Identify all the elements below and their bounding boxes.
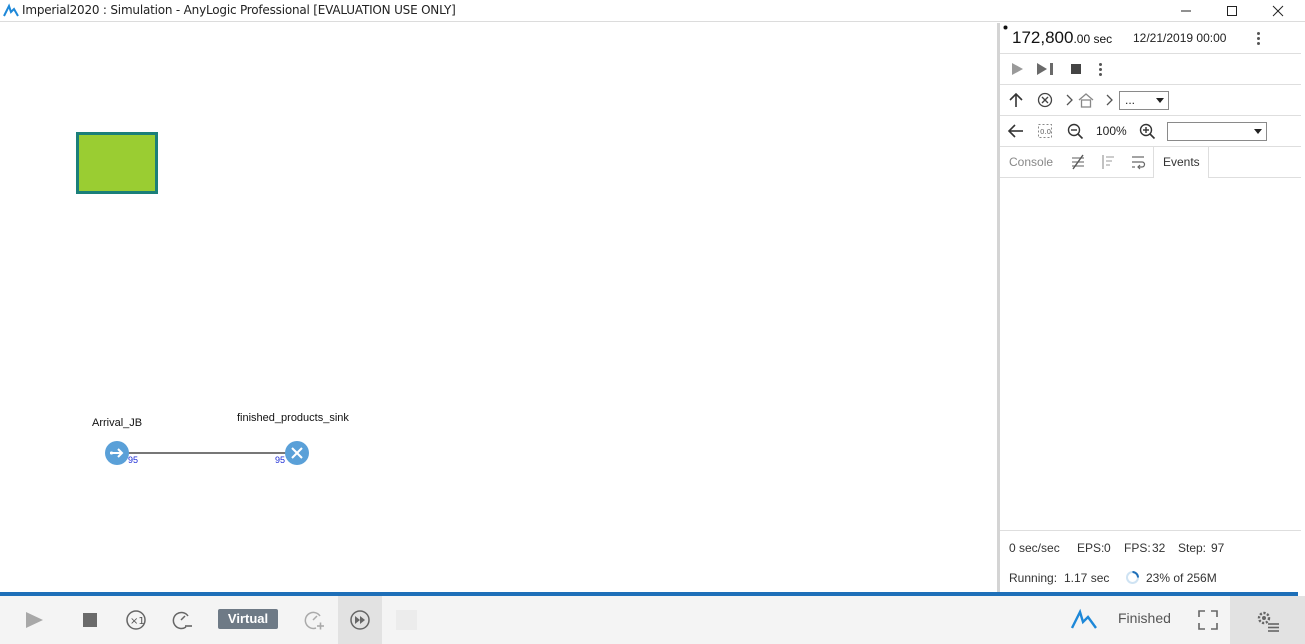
fps-value: 32 [1152, 541, 1166, 555]
sink-count: 95 [275, 455, 286, 465]
zoom-in-icon[interactable] [1139, 123, 1156, 140]
model-canvas[interactable]: Arrival_JB finished_products_sink 95 95 [0, 23, 997, 592]
minimize-button[interactable] [1163, 0, 1209, 22]
slow-down-icon [172, 611, 192, 630]
sink-label: finished_products_sink [237, 412, 349, 424]
scale-x1-icon: ×1 [126, 610, 146, 630]
zoom-fit-icon[interactable]: 0.0 [1037, 123, 1053, 139]
step-label: Step: [1178, 541, 1207, 555]
developer-panel: 172,800.00 sec 12/21/2019 00:00 ... 0.0 … [1000, 23, 1305, 592]
arrow-up-icon[interactable] [1008, 92, 1024, 108]
stats-area: 0 sec/sec EPS: 0 FPS: 32 Step: 97 Runnin… [1000, 530, 1301, 592]
scroll-lock-icon[interactable] [1100, 154, 1116, 170]
time-menu-icon[interactable] [1257, 30, 1261, 47]
arrow-left-icon[interactable] [1007, 123, 1025, 139]
step-icon[interactable] [1036, 62, 1056, 76]
home-icon[interactable] [1077, 92, 1095, 108]
model-status: Finished [1118, 610, 1171, 626]
zoom-out-icon[interactable] [1067, 123, 1084, 140]
maximize-icon [1227, 6, 1237, 16]
source-count: 95 [128, 455, 139, 465]
blank-button[interactable] [395, 596, 417, 644]
zoom-row: 0.0 100% [1000, 116, 1301, 147]
fast-forward-icon [350, 610, 370, 630]
run-button[interactable] [18, 596, 50, 644]
step-value: 97 [1211, 541, 1225, 555]
memory-usage: 23% of 256M [1146, 571, 1217, 585]
svg-text:×1: ×1 [130, 616, 145, 627]
zoom-level: 100% [1096, 124, 1127, 138]
fast-forward-button[interactable] [338, 596, 382, 644]
navigation-row: ... [1000, 85, 1301, 116]
eps-label: EPS: [1077, 541, 1105, 555]
bottom-toolbar: ×1 Virtual Finished [0, 596, 1305, 644]
green-rectangle-shape[interactable] [76, 132, 158, 194]
tab-console[interactable]: Console [1009, 147, 1053, 177]
dot-icon [1003, 25, 1008, 30]
speed-up-icon [304, 611, 324, 630]
run-controls-row [1000, 54, 1301, 85]
chevron-down-icon [1254, 129, 1262, 134]
fullscreen-icon [1198, 610, 1218, 630]
stop-button[interactable] [76, 596, 104, 644]
close-icon [1272, 5, 1284, 17]
running-value: 1.17 sec [1064, 571, 1110, 585]
virtual-time-mode-button[interactable]: Virtual [218, 609, 278, 629]
sink-block[interactable] [285, 441, 309, 465]
time-row: 172,800.00 sec 12/21/2019 00:00 [1000, 23, 1301, 54]
tab-events[interactable]: Events [1163, 147, 1200, 177]
speed-up-button[interactable] [300, 596, 328, 644]
sink-x-icon [291, 447, 303, 459]
chevron-right-icon [1066, 94, 1073, 106]
stop-icon [83, 613, 97, 627]
sim-speed: 0 sec/sec [1009, 541, 1060, 555]
arrival-label: Arrival_JB [92, 417, 143, 429]
window-title: Imperial2020 : Simulation - AnyLogic Pro… [22, 3, 456, 17]
clear-console-icon[interactable] [1070, 154, 1086, 170]
model-date: 12/21/2019 00:00 [1133, 31, 1227, 45]
run-menu-icon[interactable] [1099, 61, 1103, 78]
chevron-right-icon [1106, 94, 1113, 106]
developer-panel-toggle[interactable] [1230, 596, 1305, 644]
model-time: 172,800.00 sec [1012, 28, 1113, 47]
source-arrow-icon [110, 448, 124, 458]
svg-text:0.0: 0.0 [1040, 128, 1051, 136]
connector-line[interactable] [116, 452, 296, 454]
minimize-icon [1181, 10, 1191, 12]
play-icon [26, 612, 43, 628]
fps-label: FPS: [1124, 541, 1151, 555]
anylogic-logo-icon [1070, 608, 1097, 629]
running-label: Running: [1009, 571, 1058, 585]
agent-select-dropdown[interactable]: ... [1119, 91, 1169, 110]
maximize-button[interactable] [1209, 0, 1255, 22]
run-icon[interactable] [1010, 62, 1024, 76]
fullscreen-button[interactable] [1194, 596, 1222, 644]
word-wrap-icon[interactable] [1130, 154, 1146, 170]
slow-down-button[interactable] [168, 596, 196, 644]
gear-list-icon [1257, 611, 1279, 632]
anylogic-logo-icon [3, 3, 19, 17]
blank-square-icon [395, 610, 417, 630]
console-tabs-row: Console Events [1000, 147, 1301, 178]
chevron-down-icon [1156, 98, 1164, 103]
title-bar: Imperial2020 : Simulation - AnyLogic Pro… [0, 0, 1305, 22]
anylogic-window: Imperial2020 : Simulation - AnyLogic Pro… [0, 0, 1305, 644]
memory-spinner-icon [1126, 571, 1139, 584]
close-window-button[interactable] [1255, 0, 1301, 22]
events-output-area[interactable] [1000, 178, 1301, 530]
eps-value: 0 [1104, 541, 1111, 555]
view-area-dropdown[interactable] [1167, 122, 1267, 141]
source-block[interactable] [105, 441, 129, 465]
stop-icon[interactable] [1070, 63, 1082, 75]
real-time-scale-button[interactable]: ×1 [122, 596, 150, 644]
close-circle-icon[interactable] [1037, 92, 1053, 108]
